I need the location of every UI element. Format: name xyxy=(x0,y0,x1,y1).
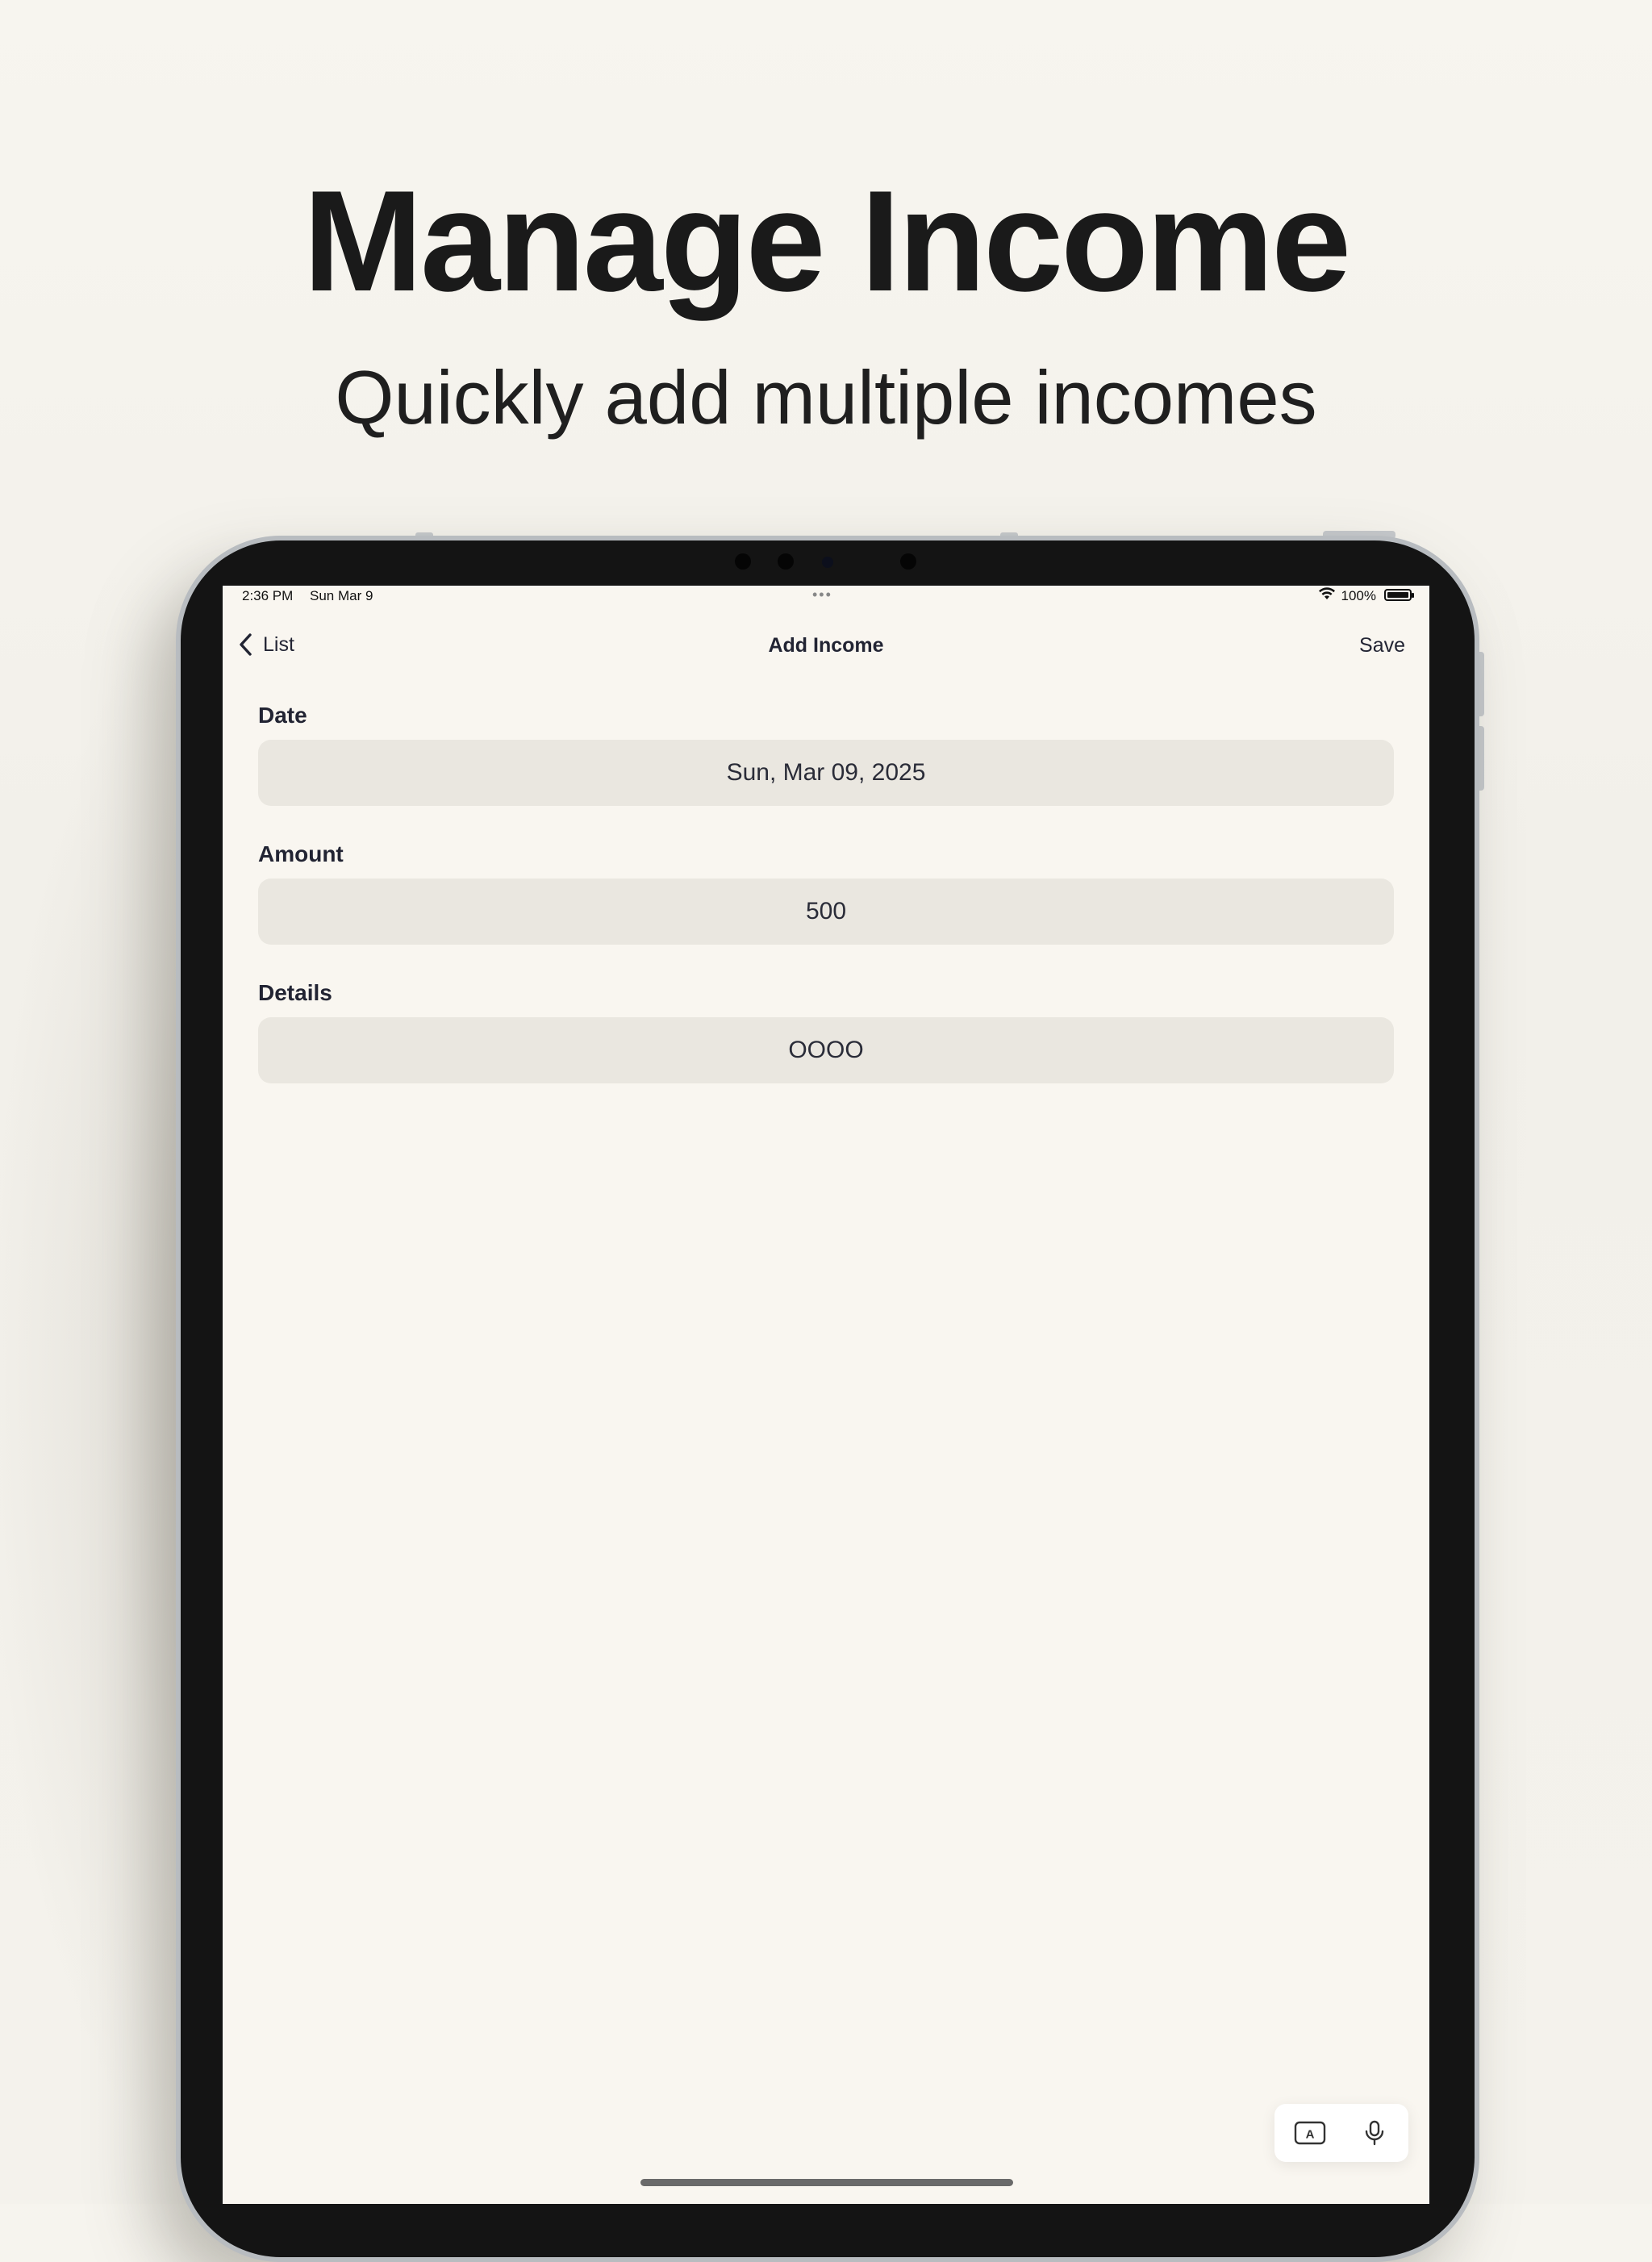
text-format-icon[interactable]: A xyxy=(1294,2120,1326,2146)
battery-icon xyxy=(1384,589,1414,601)
multitasking-dots-icon[interactable]: ••• xyxy=(812,586,832,603)
income-form: Date Sun, Mar 09, 2025 Amount 500 Detail… xyxy=(258,703,1394,1119)
save-button[interactable]: Save xyxy=(1359,634,1405,657)
status-time: 2:36 PM xyxy=(242,588,294,603)
sensor-dot xyxy=(778,553,794,570)
promo-subheadline: Quickly add multiple incomes xyxy=(335,355,1317,440)
status-date: Sun Mar 9 xyxy=(310,588,373,603)
details-label: Details xyxy=(258,980,332,1005)
wifi-icon xyxy=(1319,587,1335,599)
app-screen: 2:36 PM Sun Mar 9 ••• 100% List Add Inco… xyxy=(223,586,1429,2204)
promo-headline: Manage Income xyxy=(302,161,1351,321)
amount-field[interactable]: 500 xyxy=(258,879,1394,945)
status-bar: 2:36 PM Sun Mar 9 ••• 100% xyxy=(223,586,1429,605)
battery-percent: 100% xyxy=(1341,588,1376,603)
date-label: Date xyxy=(258,703,307,728)
page-title: Add Income xyxy=(768,634,884,657)
home-indicator[interactable] xyxy=(640,2179,1013,2186)
sensor-dot xyxy=(735,553,751,570)
details-field[interactable]: OOOO xyxy=(258,1017,1394,1083)
amount-label: Amount xyxy=(258,841,344,866)
keyboard-shortcut-bar: A xyxy=(1274,2104,1408,2162)
navigation-bar: List Add Income Save xyxy=(223,621,1429,670)
date-field[interactable]: Sun, Mar 09, 2025 xyxy=(258,740,1394,806)
front-camera-icon xyxy=(822,557,833,568)
microphone-icon[interactable] xyxy=(1358,2120,1391,2146)
sensor-dot xyxy=(900,553,916,570)
text-format-glyph: A xyxy=(1306,2128,1315,2142)
